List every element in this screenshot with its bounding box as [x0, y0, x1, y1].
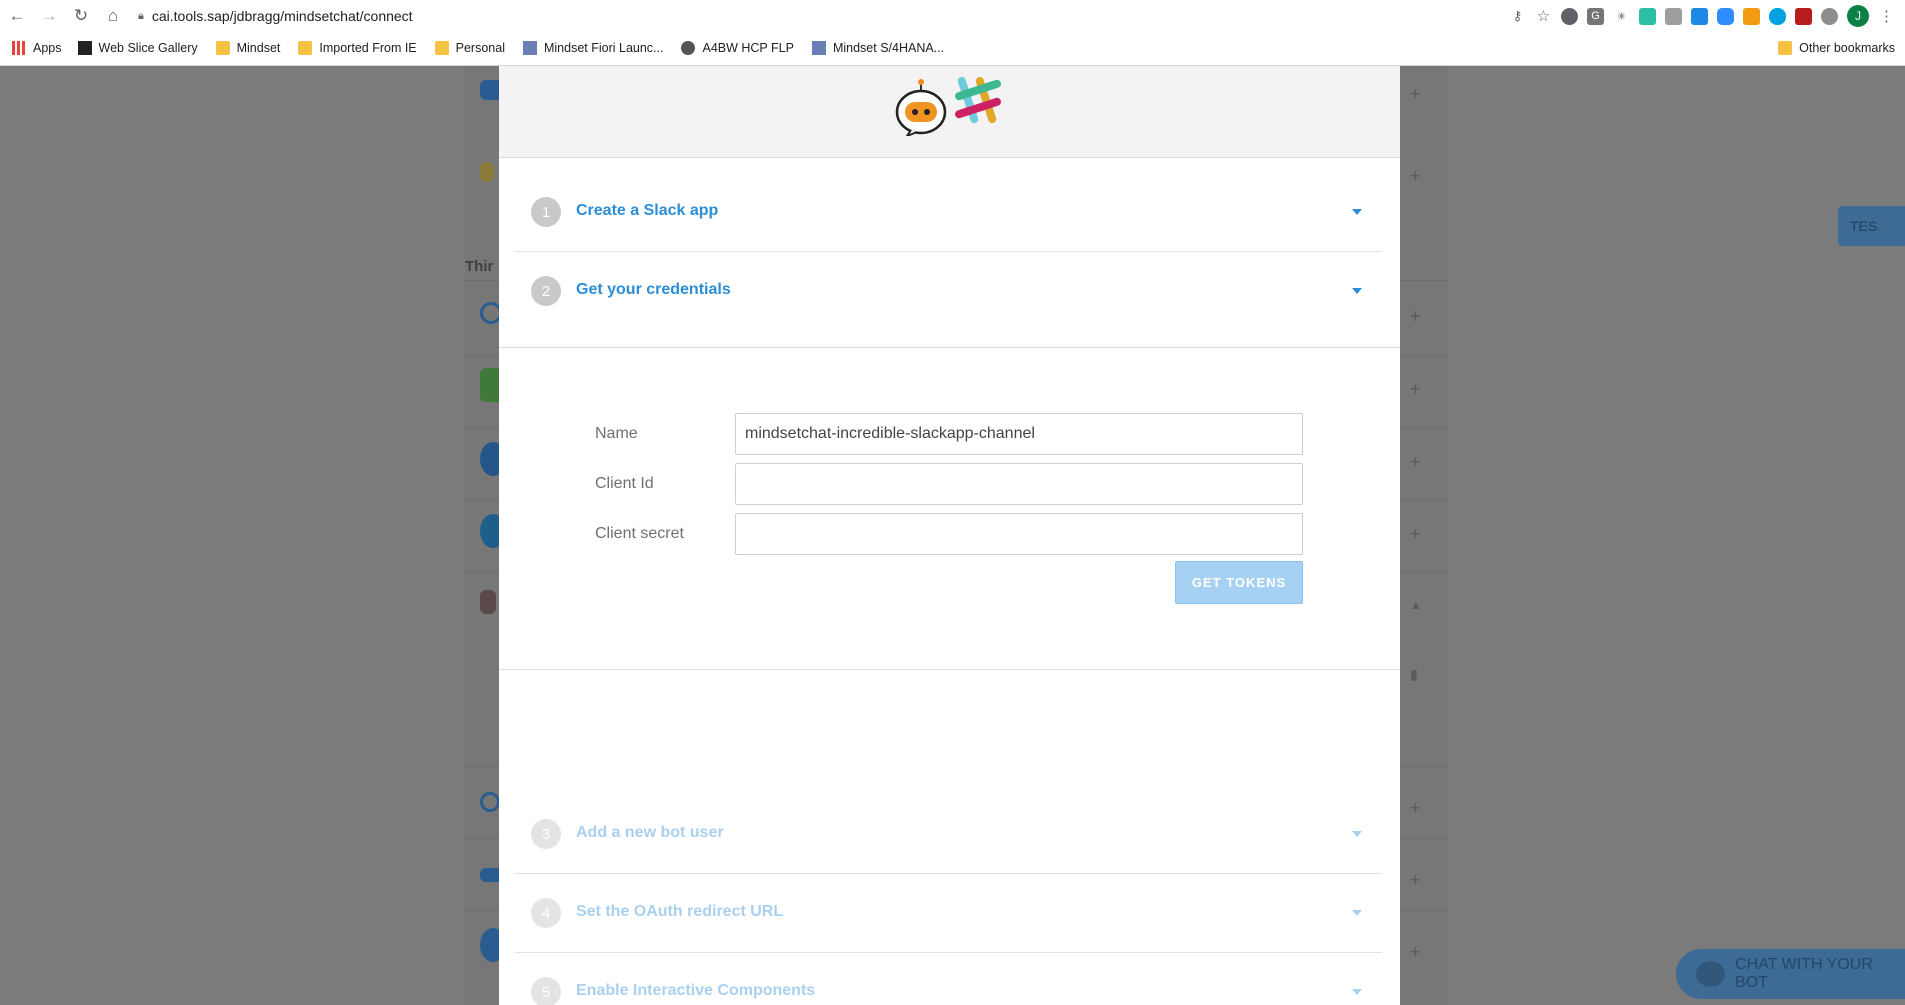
chevron-down-icon [1352, 910, 1362, 916]
extension-pdf-icon[interactable] [1795, 7, 1812, 25]
plus-icon[interactable]: + [1410, 942, 1421, 963]
plus-icon[interactable]: + [1410, 452, 1421, 473]
chevron-up-icon[interactable]: ▲ [1410, 598, 1422, 612]
extension-gauge-icon[interactable] [1639, 7, 1656, 25]
step-label: Get your credentials [576, 281, 731, 298]
folder-icon [434, 41, 449, 55]
address-bar-row: ← → ↻ ⌂ 🔒︎ cai.tools.sap/jdbragg/mindset… [0, 0, 1905, 32]
bookmark-mindset[interactable]: Mindset [215, 41, 280, 55]
menu-icon[interactable]: ⋮ [1878, 8, 1895, 25]
extension-snow-icon[interactable]: ✳ [1613, 8, 1630, 25]
extension-g-icon[interactable]: G [1587, 7, 1604, 25]
extension-doc-icon[interactable] [1665, 7, 1682, 25]
bookmark-a4bw-hcp-flp[interactable]: A4BW HCP FLP [681, 41, 794, 55]
sap-bot-logo-icon [895, 79, 947, 136]
step-number: 4 [531, 898, 561, 928]
step-interactive-components[interactable]: 5 Enable Interactive Components [515, 953, 1382, 1005]
plus-icon[interactable]: + [1410, 798, 1421, 819]
back-icon[interactable]: ← [6, 5, 28, 27]
plus-icon[interactable]: + [1410, 524, 1421, 545]
web-slice-icon [77, 41, 92, 55]
url-text: cai.tools.sap/jdbragg/mindsetchat/connec… [151, 8, 413, 24]
client-secret-label: Client secret [595, 525, 684, 542]
client-id-label: Client Id [595, 475, 654, 492]
bookmark-mindset-fiori[interactable]: Mindset Fiori Launc... [522, 41, 663, 55]
cisco-icon [480, 792, 500, 812]
chevron-down-icon [1352, 209, 1362, 215]
step-number: 1 [531, 197, 561, 227]
folder-icon [215, 41, 230, 55]
bookmark-web-slice-gallery[interactable]: Web Slice Gallery [77, 41, 198, 55]
s4hana-icon [811, 41, 826, 55]
divider [499, 669, 1400, 670]
step-get-credentials[interactable]: 2 Get your credentials [515, 252, 1382, 331]
browser-chrome: ← → ↻ ⌂ 🔒︎ cai.tools.sap/jdbragg/mindset… [0, 0, 1905, 66]
step-label: Create a Slack app [576, 202, 719, 219]
step-number: 5 [531, 977, 561, 1005]
profile-avatar[interactable]: J [1847, 5, 1869, 27]
step-number: 3 [531, 819, 561, 849]
step-oauth-redirect[interactable]: 4 Set the OAuth redirect URL [515, 874, 1382, 953]
home-icon[interactable]: ⌂ [102, 5, 124, 27]
folder-icon [298, 41, 313, 55]
folder-icon [1778, 41, 1793, 55]
extensions-bar: ⚷ ☆ G ✳ J ⋮ [1509, 5, 1895, 27]
extension-circle-icon[interactable] [1561, 7, 1578, 25]
bookmark-mindset-s4hana[interactable]: Mindset S/4HANA... [811, 41, 944, 55]
plus-icon[interactable]: + [1410, 306, 1421, 327]
key-icon[interactable]: ⚷ [1509, 8, 1526, 25]
chevron-down-icon [1352, 989, 1362, 995]
client-secret-row: Client secret [595, 513, 1303, 555]
step-label: Enable Interactive Components [576, 982, 816, 999]
bookmark-personal[interactable]: Personal [434, 41, 505, 55]
name-label: Name [595, 425, 638, 442]
extension-gray-icon[interactable] [1821, 7, 1838, 25]
divider [499, 347, 1400, 348]
url-field[interactable]: 🔒︎ cai.tools.sap/jdbragg/mindsetchat/con… [138, 4, 1448, 28]
chat-bubble-icon [1696, 961, 1726, 987]
globe-icon [681, 41, 696, 55]
client-secret-field[interactable] [735, 513, 1303, 555]
name-field[interactable] [735, 413, 1303, 455]
modal-header [499, 66, 1400, 158]
third-party-heading: Thir [465, 258, 494, 275]
step-add-bot-user[interactable]: 3 Add a new bot user [515, 795, 1382, 874]
step-label: Set the OAuth redirect URL [576, 903, 784, 920]
plus-icon[interactable]: + [1410, 379, 1421, 400]
client-id-row: Client Id [595, 463, 1303, 505]
extension-video-icon[interactable] [1717, 7, 1734, 25]
bookmark-apps[interactable]: Apps [12, 41, 62, 55]
bookmarks-bar: Apps Web Slice Gallery Mindset Imported … [0, 36, 1905, 60]
step-number: 2 [531, 276, 561, 306]
client-id-field[interactable] [735, 463, 1303, 505]
step-create-slack-app[interactable]: 1 Create a Slack app [515, 173, 1382, 252]
apps-grid-icon [12, 41, 26, 55]
extension-cloud-icon[interactable] [1769, 7, 1786, 25]
chevron-down-icon [1352, 288, 1362, 294]
extension-board-icon[interactable] [1691, 7, 1708, 25]
lock-icon: 🔒︎ [138, 9, 144, 22]
chevron-down-icon [1352, 831, 1362, 837]
chat-with-bot-button[interactable]: CHAT WITH YOUR BOT [1676, 949, 1905, 999]
slack-icon [480, 590, 496, 614]
slack-logo-icon [954, 76, 1002, 124]
forward-icon[interactable]: → [38, 5, 60, 27]
webchat-icon [480, 162, 494, 182]
fiori-icon [522, 41, 537, 55]
plus-icon[interactable]: + [1410, 84, 1421, 105]
star-icon[interactable]: ☆ [1535, 8, 1552, 25]
test-bot-button[interactable]: TES [1838, 206, 1905, 246]
bookmark-imported-from-ie[interactable]: Imported From IE [298, 41, 417, 55]
bookmark-other[interactable]: Other bookmarks [1778, 36, 1895, 60]
extension-orange-icon[interactable] [1743, 7, 1760, 25]
plus-icon[interactable]: + [1410, 870, 1421, 891]
get-tokens-button[interactable]: GET TOKENS [1175, 561, 1303, 604]
name-row: Name [595, 413, 1303, 455]
reload-icon[interactable]: ↻ [70, 5, 92, 27]
step-label: Add a new bot user [576, 824, 724, 841]
trash-icon[interactable]: ▮ [1410, 666, 1418, 683]
slack-connect-modal: 1 Create a Slack app 2 Get your credenti… [499, 66, 1400, 1005]
plus-icon[interactable]: + [1410, 166, 1421, 187]
